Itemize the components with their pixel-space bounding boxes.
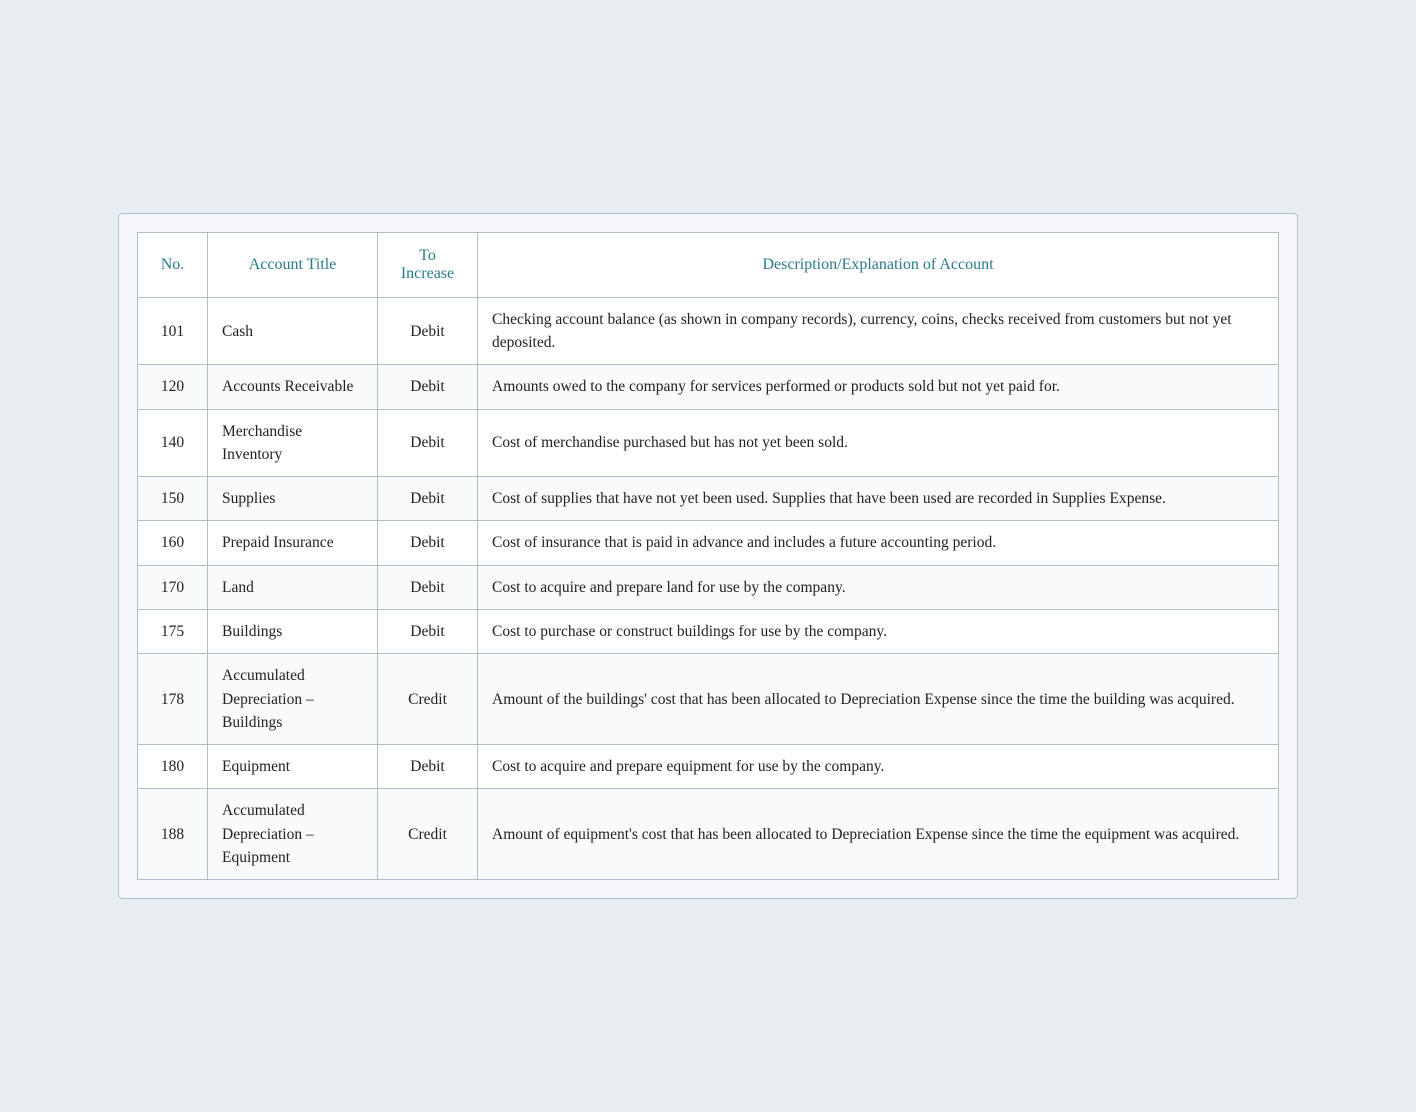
- table-row: 101CashDebitChecking account balance (as…: [138, 297, 1279, 365]
- cell-to-increase: Debit: [378, 565, 478, 609]
- cell-to-increase: Credit: [378, 654, 478, 745]
- table-row: 160Prepaid InsuranceDebitCost of insuran…: [138, 521, 1279, 565]
- cell-no: 170: [138, 565, 208, 609]
- cell-to-increase: Debit: [378, 610, 478, 654]
- cell-no: 120: [138, 365, 208, 409]
- table-container: No. Account Title To Increase Descriptio…: [118, 213, 1298, 899]
- cell-title: Accumulated Depreciation – Equipment: [208, 789, 378, 880]
- cell-no: 178: [138, 654, 208, 745]
- table-row: 120Accounts ReceivableDebitAmounts owed …: [138, 365, 1279, 409]
- cell-to-increase: Debit: [378, 745, 478, 789]
- cell-to-increase: Credit: [378, 789, 478, 880]
- cell-description: Amount of the buildings' cost that has b…: [478, 654, 1279, 745]
- col-header-to-increase: To Increase: [378, 232, 478, 297]
- cell-description: Cost of insurance that is paid in advanc…: [478, 521, 1279, 565]
- table-row: 170LandDebitCost to acquire and prepare …: [138, 565, 1279, 609]
- cell-description: Amount of equipment's cost that has been…: [478, 789, 1279, 880]
- cell-title: Prepaid Insurance: [208, 521, 378, 565]
- cell-title: Land: [208, 565, 378, 609]
- accounts-table: No. Account Title To Increase Descriptio…: [137, 232, 1279, 880]
- cell-no: 160: [138, 521, 208, 565]
- col-header-title: Account Title: [208, 232, 378, 297]
- cell-title: Accumulated Depreciation – Buildings: [208, 654, 378, 745]
- cell-description: Checking account balance (as shown in co…: [478, 297, 1279, 365]
- cell-to-increase: Debit: [378, 365, 478, 409]
- cell-to-increase: Debit: [378, 409, 478, 477]
- cell-no: 175: [138, 610, 208, 654]
- cell-no: 101: [138, 297, 208, 365]
- col-header-no: No.: [138, 232, 208, 297]
- cell-description: Cost of merchandise purchased but has no…: [478, 409, 1279, 477]
- table-row: 180EquipmentDebitCost to acquire and pre…: [138, 745, 1279, 789]
- cell-description: Amounts owed to the company for services…: [478, 365, 1279, 409]
- cell-description: Cost of supplies that have not yet been …: [478, 477, 1279, 521]
- cell-title: Equipment: [208, 745, 378, 789]
- table-row: 175BuildingsDebitCost to purchase or con…: [138, 610, 1279, 654]
- cell-no: 140: [138, 409, 208, 477]
- table-row: 188Accumulated Depreciation – EquipmentC…: [138, 789, 1279, 880]
- cell-to-increase: Debit: [378, 477, 478, 521]
- cell-title: Merchandise Inventory: [208, 409, 378, 477]
- cell-title: Cash: [208, 297, 378, 365]
- cell-title: Accounts Receivable: [208, 365, 378, 409]
- cell-no: 150: [138, 477, 208, 521]
- cell-title: Supplies: [208, 477, 378, 521]
- table-row: 140Merchandise InventoryDebitCost of mer…: [138, 409, 1279, 477]
- cell-to-increase: Debit: [378, 521, 478, 565]
- cell-to-increase: Debit: [378, 297, 478, 365]
- cell-description: Cost to acquire and prepare land for use…: [478, 565, 1279, 609]
- cell-description: Cost to acquire and prepare equipment fo…: [478, 745, 1279, 789]
- table-row: 178Accumulated Depreciation – BuildingsC…: [138, 654, 1279, 745]
- cell-no: 188: [138, 789, 208, 880]
- cell-title: Buildings: [208, 610, 378, 654]
- col-header-description: Description/Explanation of Account: [478, 232, 1279, 297]
- cell-description: Cost to purchase or construct buildings …: [478, 610, 1279, 654]
- cell-no: 180: [138, 745, 208, 789]
- table-row: 150SuppliesDebitCost of supplies that ha…: [138, 477, 1279, 521]
- header-row: No. Account Title To Increase Descriptio…: [138, 232, 1279, 297]
